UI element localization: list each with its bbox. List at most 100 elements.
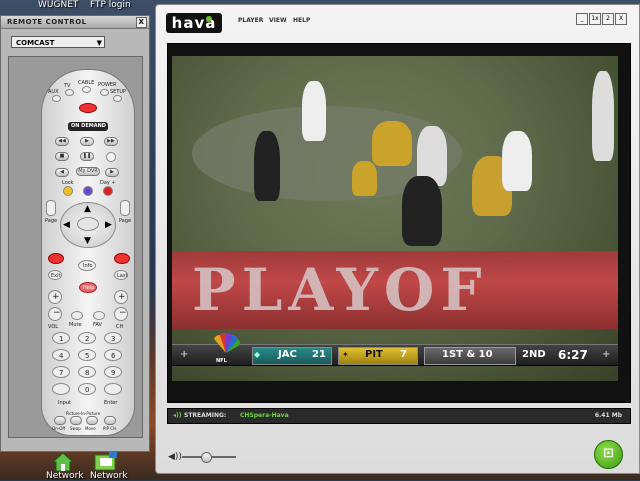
enter-label: Enter xyxy=(104,400,118,406)
key-label: 5 xyxy=(85,352,90,360)
red-button[interactable] xyxy=(103,186,113,196)
ok-button[interactable] xyxy=(77,217,99,231)
key-5-button[interactable]: 5 xyxy=(78,349,96,361)
bitrate: 6.41 Mb xyxy=(594,412,622,419)
info-label: Info xyxy=(83,263,93,269)
last-label: Last xyxy=(117,273,128,279)
menu-view[interactable]: VIEW xyxy=(269,17,287,24)
key-7-button[interactable]: 7 xyxy=(52,366,70,378)
fav-label: FAV xyxy=(93,322,102,328)
arrow-left-icon[interactable]: ◀ xyxy=(63,220,70,230)
ch-down-button[interactable]: − xyxy=(114,307,128,321)
close-button[interactable]: X xyxy=(615,13,627,25)
key-1-button[interactable]: 1 xyxy=(52,332,70,344)
last-button[interactable]: Last xyxy=(114,270,128,280)
hava-badge-icon[interactable]: ⊡ xyxy=(594,440,623,469)
key-4-button[interactable]: 4 xyxy=(52,349,70,361)
tv-button[interactable] xyxy=(65,89,74,96)
mute-label: Mute xyxy=(69,322,82,328)
page-up-button[interactable] xyxy=(46,200,56,216)
on-demand-button[interactable]: ON DEMAND xyxy=(68,122,108,131)
mute-button[interactable] xyxy=(71,311,83,320)
aux-button[interactable] xyxy=(52,95,61,102)
rewind-button[interactable]: ◀◀ xyxy=(55,137,69,146)
key-2-button[interactable]: 2 xyxy=(78,332,96,344)
info-button[interactable]: Info xyxy=(78,260,96,271)
fav-button[interactable] xyxy=(93,311,105,320)
remote-title-bar[interactable]: REMOTE CONTROL X xyxy=(1,16,149,29)
league-label: NFL xyxy=(216,358,227,364)
size-2x-button[interactable]: 2 xyxy=(602,13,614,25)
pip-label: Picture-In-Picture xyxy=(66,411,101,416)
remote-close-button[interactable]: X xyxy=(136,17,147,28)
player xyxy=(502,131,532,191)
menu-player[interactable]: PLAYER xyxy=(238,17,263,24)
exit-button[interactable] xyxy=(48,253,64,264)
away-team: JAC xyxy=(278,349,297,360)
key-blank-button[interactable] xyxy=(104,383,122,395)
power-red-button[interactable] xyxy=(79,103,97,113)
provider-select[interactable]: COMCAST ▼ xyxy=(11,36,105,48)
player xyxy=(254,131,280,201)
setup-button[interactable] xyxy=(113,95,122,102)
vol-up-button[interactable]: + xyxy=(48,290,62,304)
fast-forward-button[interactable]: ▶▶ xyxy=(104,137,118,146)
key-6-button[interactable]: 6 xyxy=(104,349,122,361)
pip-move-button[interactable] xyxy=(86,416,98,425)
desktop-icon-wugnet[interactable]: WUGNET xyxy=(38,0,78,10)
key-blank-button[interactable] xyxy=(52,383,70,395)
speaker-icon[interactable]: ◀)) xyxy=(168,452,182,462)
ch-up-button[interactable]: + xyxy=(114,290,128,304)
streaming-label: STREAMING: xyxy=(184,412,227,419)
menu-help[interactable]: HELP xyxy=(293,17,310,24)
my-dvr-button[interactable]: My DVR xyxy=(76,167,100,176)
pip-on-off-button[interactable] xyxy=(54,416,66,425)
help-label: Help xyxy=(83,285,95,291)
page-down-button[interactable] xyxy=(120,200,130,216)
key-3-button[interactable]: 3 xyxy=(104,332,122,344)
desktop-icon-ftp[interactable]: FTP login xyxy=(90,0,131,10)
home-score: 7 xyxy=(400,349,407,360)
key-0-button[interactable]: 0 xyxy=(78,383,96,395)
play-button[interactable]: ▶ xyxy=(80,137,94,146)
streaming-icon: ◂)) xyxy=(173,412,182,419)
move-label: Move xyxy=(85,426,96,431)
page-label-2: Page xyxy=(119,218,132,224)
vol-down-button[interactable]: − xyxy=(48,307,62,321)
replay-button[interactable]: ◀ xyxy=(55,168,69,177)
chevron-down-icon: ▼ xyxy=(96,39,102,47)
power-button[interactable] xyxy=(100,89,109,96)
blue-button[interactable] xyxy=(83,186,93,196)
minimize-button[interactable]: _ xyxy=(576,13,588,25)
key-label: 0 xyxy=(85,386,90,394)
key-label: 2 xyxy=(85,335,90,343)
player xyxy=(372,121,412,166)
exit-label-button[interactable]: Exit xyxy=(48,270,62,280)
key-label: 7 xyxy=(59,369,64,377)
home-team: PIT xyxy=(365,349,383,360)
player xyxy=(592,71,614,161)
stop-button[interactable]: ■ xyxy=(55,152,69,161)
pause-button[interactable]: ❚❚ xyxy=(80,152,94,161)
arrow-up-icon[interactable]: ▲ xyxy=(84,204,91,214)
pip-ch-button[interactable] xyxy=(104,416,116,425)
player xyxy=(352,161,377,196)
skip-button[interactable]: ▶ xyxy=(105,168,119,177)
key-8-button[interactable]: 8 xyxy=(78,366,96,378)
down-and-distance: 1ST & 10 xyxy=(442,349,493,360)
last-red-button[interactable] xyxy=(114,253,130,264)
arrow-right-icon[interactable]: ▶ xyxy=(105,220,112,230)
key-9-button[interactable]: 9 xyxy=(104,366,122,378)
help-button[interactable]: Help xyxy=(79,282,97,293)
video-area[interactable]: PLAYOF + NFL ◆ JAC 21 ✦ PIT 7 1ST & 10 2… xyxy=(167,43,631,403)
volume-knob[interactable] xyxy=(201,452,213,463)
arrow-down-icon[interactable]: ▼ xyxy=(84,236,91,246)
pip-ch-label: PIP CH xyxy=(103,426,117,431)
cable-button[interactable] xyxy=(82,86,91,93)
yellow-button[interactable] xyxy=(63,186,73,196)
key-label: 9 xyxy=(111,369,116,377)
record-button[interactable] xyxy=(106,152,116,162)
status-bar: ◂)) STREAMING: CHSpera-Hava 6.41 Mb xyxy=(167,408,631,424)
size-1x-button[interactable]: 1x xyxy=(589,13,601,25)
pip-swap-button[interactable] xyxy=(70,416,82,425)
